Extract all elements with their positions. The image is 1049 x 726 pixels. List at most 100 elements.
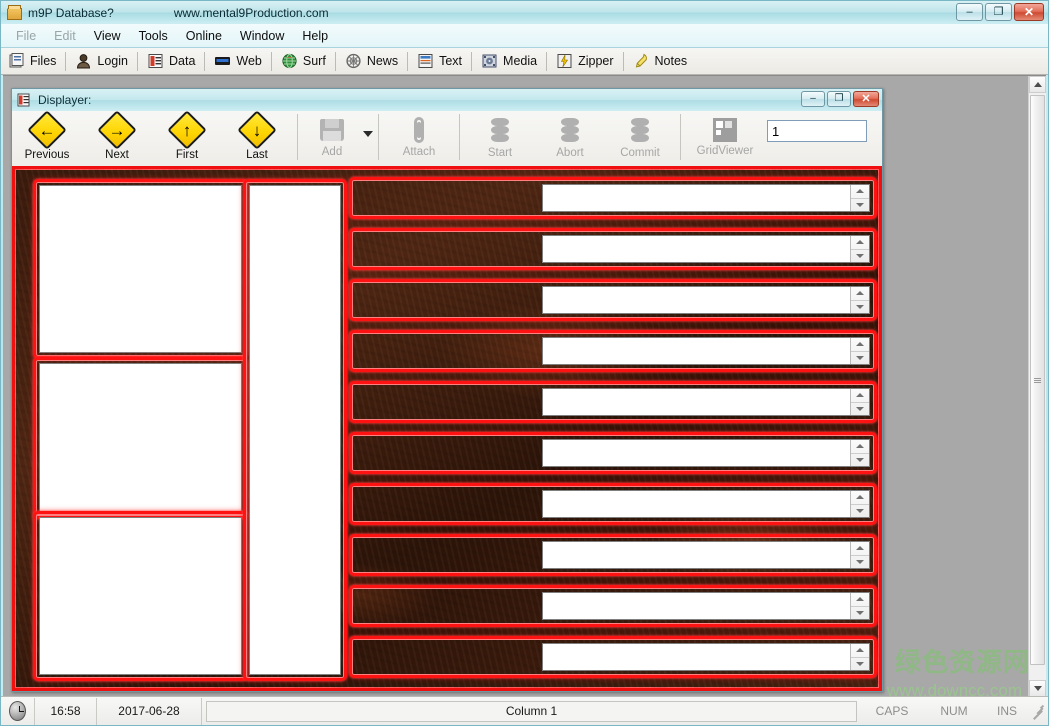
window-title: m9P Database?: [28, 6, 114, 20]
statusbar: 16:58 2017-06-28 Column 1 CAPS NUM INS: [1, 696, 1048, 725]
chevron-down-icon[interactable]: [363, 131, 373, 137]
child-minimize-button[interactable]: –: [801, 91, 825, 107]
mdi-vertical-scrollbar[interactable]: [1028, 76, 1046, 696]
spinner-down-7[interactable]: [851, 505, 869, 518]
spinner-down-9[interactable]: [851, 607, 869, 620]
spinner-up-8[interactable]: [851, 542, 869, 556]
data-icon: [147, 53, 164, 69]
spinner-down-4[interactable]: [851, 352, 869, 365]
abort-label: Abort: [556, 147, 584, 159]
displayer-child-window: Displayer: – ❐ ✕ ← Previous → Next: [11, 88, 883, 692]
scroll-up-button[interactable]: [1029, 76, 1046, 93]
toolbar-button-surf[interactable]: Surf: [274, 48, 333, 75]
field-input-3[interactable]: [543, 287, 850, 313]
field-input-7[interactable]: [543, 491, 850, 517]
menu-item-edit[interactable]: Edit: [45, 26, 85, 46]
panel-tall[interactable]: [249, 185, 341, 675]
spinner-up-5[interactable]: [851, 389, 869, 403]
next-button[interactable]: → Next: [82, 111, 152, 166]
child-close-icon: ✕: [861, 94, 870, 105]
abort-button[interactable]: Abort: [535, 111, 605, 166]
spinner-up-4[interactable]: [851, 338, 869, 352]
resize-grip-icon[interactable]: [1029, 703, 1045, 719]
toolbar-button-zipper[interactable]: Zipper: [549, 48, 620, 75]
field-row: [349, 636, 877, 678]
notes-icon: [633, 53, 650, 69]
field-input-5[interactable]: [543, 389, 850, 415]
add-button[interactable]: Add: [303, 111, 361, 166]
web-icon: [214, 53, 231, 69]
commit-button[interactable]: Commit: [605, 111, 675, 166]
close-button[interactable]: ✕: [1014, 3, 1044, 21]
toolbar-button-notes[interactable]: Notes: [626, 48, 695, 75]
toolbar-button-data[interactable]: Data: [140, 48, 202, 75]
toolbar-button-web[interactable]: Web: [207, 48, 268, 75]
menu-item-help[interactable]: Help: [293, 26, 337, 46]
menu-item-tools[interactable]: Tools: [130, 26, 177, 46]
last-button[interactable]: ↓ Last: [222, 111, 292, 166]
spinner-down-10[interactable]: [851, 658, 869, 671]
panel-bottom[interactable]: [39, 517, 242, 675]
menu-item-view[interactable]: View: [85, 26, 130, 46]
field-row: [349, 177, 877, 219]
spinner-up-2[interactable]: [851, 236, 869, 250]
field-input-2[interactable]: [543, 236, 850, 262]
first-button[interactable]: ↑ First: [152, 111, 222, 166]
field-input-9[interactable]: [543, 593, 850, 619]
field-input-6[interactable]: [543, 440, 850, 466]
menu-item-window[interactable]: Window: [231, 26, 293, 46]
field-input-8[interactable]: [543, 542, 850, 568]
panel-top[interactable]: [39, 185, 242, 353]
chevron-up-icon: [856, 189, 864, 193]
chevron-down-icon: [856, 458, 864, 462]
spinner-down-3[interactable]: [851, 301, 869, 314]
attach-button[interactable]: Attach: [384, 111, 454, 166]
spinner-buttons-4: [850, 338, 869, 364]
spinner-down-1[interactable]: [851, 199, 869, 212]
child-maximize-button[interactable]: ❐: [827, 91, 851, 107]
panel-middle[interactable]: [39, 363, 242, 513]
gridviewer-button[interactable]: GridViewer: [686, 111, 764, 166]
chevron-down-icon: [856, 407, 864, 411]
scroll-down-button[interactable]: [1029, 680, 1046, 696]
spinner-down-8[interactable]: [851, 556, 869, 569]
field-input-4[interactable]: [543, 338, 850, 364]
toolbar-button-text[interactable]: Text: [410, 48, 469, 75]
titlebar: m9P Database? www.mental9Production.com …: [1, 1, 1048, 24]
toolbar-button-news[interactable]: News: [338, 48, 405, 75]
zipper-icon: [556, 53, 573, 69]
scrollbar-thumb[interactable]: [1030, 95, 1045, 665]
chevron-down-icon: [856, 560, 864, 564]
spinner-up-9[interactable]: [851, 593, 869, 607]
toolbar-label-login: Login: [97, 54, 128, 68]
menu-item-online[interactable]: Online: [177, 26, 231, 46]
gridviewer-input[interactable]: [767, 120, 867, 142]
field-row: [349, 483, 877, 525]
spinner-up-1[interactable]: [851, 185, 869, 199]
menu-item-file[interactable]: File: [7, 26, 45, 46]
previous-button[interactable]: ← Previous: [12, 111, 82, 166]
toolbar-button-files[interactable]: Files: [1, 48, 63, 75]
spinner-down-6[interactable]: [851, 454, 869, 467]
spinner-4: [542, 337, 870, 365]
toolbar-label-notes: Notes: [655, 54, 688, 68]
chevron-up-icon: [856, 444, 864, 448]
spinner-down-5[interactable]: [851, 403, 869, 416]
spinner-10: [542, 643, 870, 671]
field-input-1[interactable]: [543, 185, 850, 211]
spinner-up-10[interactable]: [851, 644, 869, 658]
chevron-up-icon: [1034, 82, 1042, 87]
spinner-8: [542, 541, 870, 569]
field-input-10[interactable]: [543, 644, 850, 670]
child-close-button[interactable]: ✕: [853, 91, 879, 107]
spinner-down-2[interactable]: [851, 250, 869, 263]
save-floppy-icon: [318, 117, 346, 144]
toolbar-button-login[interactable]: Login: [68, 48, 135, 75]
maximize-button[interactable]: ❐: [985, 3, 1012, 21]
spinner-up-7[interactable]: [851, 491, 869, 505]
toolbar-button-media[interactable]: Media: [474, 48, 544, 75]
minimize-button[interactable]: –: [956, 3, 983, 21]
start-button[interactable]: Start: [465, 111, 535, 166]
spinner-up-3[interactable]: [851, 287, 869, 301]
spinner-up-6[interactable]: [851, 440, 869, 454]
